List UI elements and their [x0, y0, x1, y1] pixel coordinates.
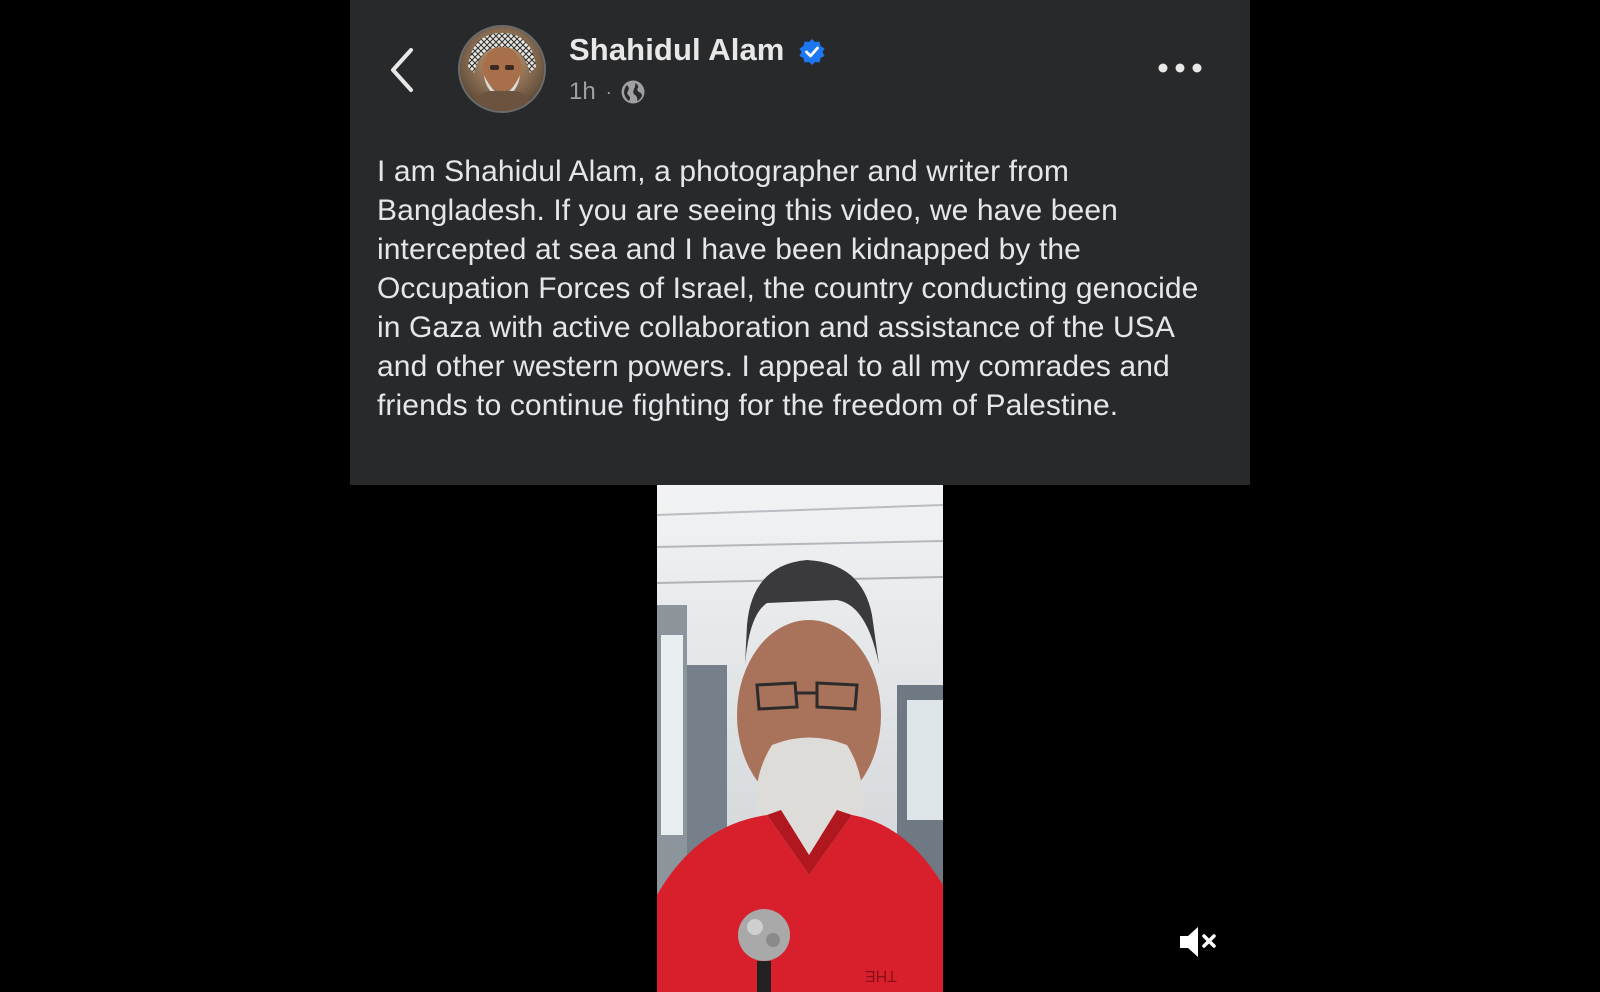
svg-text:THE: THE — [865, 967, 897, 984]
post-body-text: I am Shahidul Alam, a photographer and w… — [377, 155, 1199, 422]
meta-separator: · — [605, 81, 612, 102]
verified-badge-icon — [799, 39, 825, 65]
avatar-photo — [460, 27, 544, 111]
mute-toggle-button[interactable] — [1176, 922, 1220, 962]
speaker-muted-icon — [1180, 927, 1216, 957]
video-thumbnail: THE — [657, 485, 943, 992]
post-meta: 1h · — [569, 78, 646, 106]
more-options-button[interactable] — [1150, 48, 1210, 88]
avatar[interactable] — [458, 25, 546, 113]
video-player[interactable]: THE — [657, 485, 943, 992]
post-timestamp[interactable]: 1h — [569, 78, 596, 106]
more-horizontal-icon — [1158, 63, 1202, 73]
globe-icon[interactable] — [620, 79, 646, 105]
back-button[interactable] — [380, 40, 424, 100]
chevron-left-icon — [391, 48, 413, 92]
author-name[interactable]: Shahidul Alam — [569, 32, 784, 68]
post-card: Shahidul Alam 1h · I am Shahidul Alam, a… — [350, 0, 1250, 485]
page: Shahidul Alam 1h · I am Shahidul Alam, a… — [0, 0, 1600, 992]
